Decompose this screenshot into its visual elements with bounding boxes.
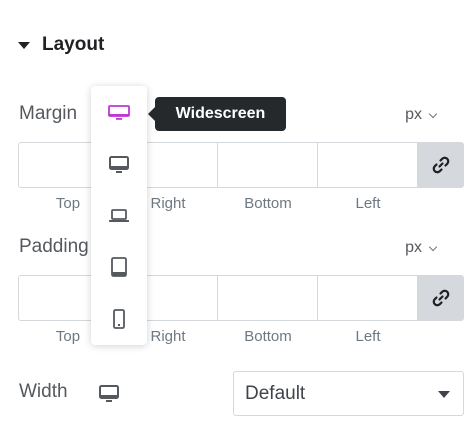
device-tablet[interactable] — [91, 247, 147, 287]
device-tooltip: Widescreen — [148, 97, 286, 131]
layout-section-toggle[interactable]: Layout — [18, 34, 104, 56]
padding-unit-value: px — [405, 239, 422, 256]
link-icon — [432, 156, 450, 174]
chevron-down-icon — [428, 242, 438, 251]
device-mobile[interactable] — [91, 299, 147, 339]
margin-units-dropdown[interactable]: px — [405, 106, 438, 124]
margin-inputs — [18, 142, 464, 188]
device-desktop[interactable] — [91, 145, 147, 185]
width-select[interactable]: Default — [233, 371, 464, 416]
padding-bottom-label: Bottom — [244, 328, 292, 345]
caret-down-icon — [18, 41, 30, 49]
padding-left-label: Left — [355, 328, 381, 345]
desktop-icon — [99, 385, 119, 402]
widescreen-icon — [108, 105, 130, 120]
device-widescreen[interactable] — [91, 93, 147, 133]
section-title: Layout — [42, 34, 105, 55]
device-laptop[interactable] — [91, 196, 147, 236]
padding-label: Padding — [19, 236, 89, 257]
margin-label: Margin — [19, 103, 78, 124]
chevron-down-icon — [428, 109, 438, 118]
width-responsive-switcher[interactable] — [99, 385, 119, 408]
padding-bottom-input[interactable] — [218, 275, 318, 321]
mobile-icon — [113, 309, 125, 329]
margin-left-label: Left — [355, 195, 381, 212]
laptop-icon — [109, 209, 129, 222]
tablet-icon — [111, 257, 127, 277]
margin-bottom-input[interactable] — [218, 142, 318, 188]
margin-left-input[interactable] — [318, 142, 418, 188]
padding-link-button[interactable] — [418, 275, 464, 321]
padding-inputs — [18, 275, 464, 321]
padding-left-input[interactable] — [318, 275, 418, 321]
device-switcher-menu — [91, 86, 147, 345]
margin-bottom-label: Bottom — [244, 195, 292, 212]
dropdown-arrow-icon — [438, 391, 450, 398]
width-select-value: Default — [245, 382, 306, 404]
margin-link-button[interactable] — [418, 142, 464, 188]
desktop-icon — [109, 156, 129, 173]
padding-units-dropdown[interactable]: px — [405, 239, 438, 257]
margin-unit-value: px — [405, 106, 422, 123]
width-label: Width — [19, 381, 68, 402]
link-icon — [432, 289, 450, 307]
